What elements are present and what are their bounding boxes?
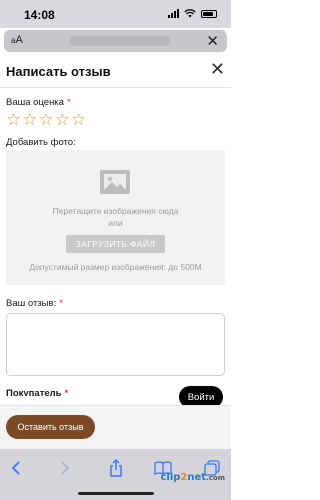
watermark: clip2net.com bbox=[160, 472, 225, 483]
reader-text-size-button[interactable]: aA bbox=[11, 34, 23, 46]
photo-dropzone[interactable]: Перетащите изображения сюда или ЗАГРУЗИТ… bbox=[6, 150, 225, 285]
or-text: или bbox=[108, 218, 123, 228]
upload-file-button[interactable]: ЗАГРУЗИТЬ ФАЙЛ bbox=[66, 235, 165, 253]
modal-title: Написать отзыв bbox=[6, 64, 111, 79]
forward-icon[interactable] bbox=[54, 457, 76, 479]
wifi-icon bbox=[184, 9, 196, 18]
add-photo-label: Добавить фото: bbox=[6, 137, 76, 148]
star-2-icon[interactable]: ☆ bbox=[22, 111, 37, 128]
size-hint: Допустимый размер изображения: до 500М bbox=[29, 262, 202, 272]
back-icon[interactable] bbox=[5, 457, 27, 479]
home-indicator bbox=[78, 492, 154, 495]
address-bar[interactable]: aA ✕ bbox=[4, 30, 227, 52]
required-marker: * bbox=[66, 97, 71, 108]
status-bar: 14:08 bbox=[0, 0, 231, 28]
close-modal-icon[interactable]: ✕ bbox=[210, 60, 225, 78]
review-label: Ваш отзыв: * bbox=[6, 298, 63, 309]
modal-header: Написать отзыв ✕ bbox=[0, 56, 231, 88]
close-icon[interactable]: ✕ bbox=[206, 32, 219, 50]
required-marker: * bbox=[59, 298, 63, 309]
submit-review-button[interactable]: Оставить отзыв bbox=[6, 415, 95, 439]
star-rating[interactable]: ☆ ☆ ☆ ☆ ☆ bbox=[6, 111, 86, 128]
cellular-signal-icon bbox=[168, 9, 179, 18]
star-1-icon[interactable]: ☆ bbox=[6, 111, 21, 128]
star-4-icon[interactable]: ☆ bbox=[55, 111, 70, 128]
review-textarea[interactable] bbox=[6, 313, 225, 376]
share-icon[interactable] bbox=[105, 457, 127, 479]
star-5-icon[interactable]: ☆ bbox=[71, 111, 86, 128]
status-time: 14:08 bbox=[24, 8, 55, 22]
battery-icon bbox=[201, 9, 217, 18]
star-3-icon[interactable]: ☆ bbox=[39, 111, 54, 128]
blurred-url bbox=[70, 36, 170, 46]
drag-text: Перетащите изображения сюда bbox=[52, 206, 179, 216]
status-icons bbox=[168, 9, 217, 18]
rating-label: Ваша оценка * bbox=[6, 97, 71, 108]
image-placeholder-icon bbox=[100, 170, 130, 194]
customer-label-partial: Покупатель * bbox=[6, 388, 69, 396]
